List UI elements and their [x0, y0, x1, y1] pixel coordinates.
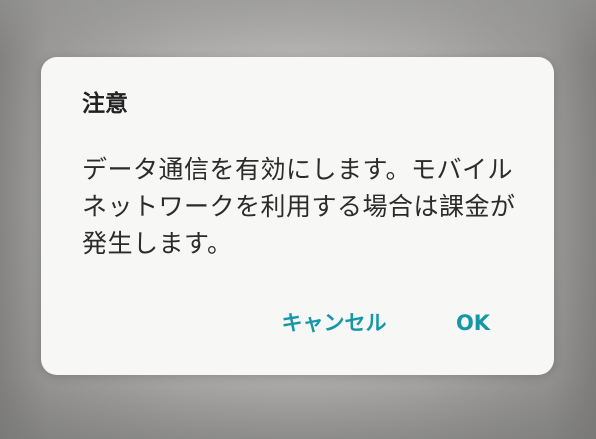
background-scrim-top: [0, 0, 596, 60]
alert-dialog: 注意 データ通信を有効にします。モバイルネットワークを利用する場合は課金が発生し…: [41, 57, 554, 375]
dialog-actions: キャンセル OK: [41, 301, 554, 345]
background-scrim-bottom: [0, 374, 596, 439]
ok-button[interactable]: OK: [443, 301, 503, 345]
dialog-message: データ通信を有効にします。モバイルネットワークを利用する場合は課金が発生します。: [82, 155, 516, 258]
cancel-button[interactable]: キャンセル: [269, 301, 399, 345]
dialog-title: 注意: [82, 91, 128, 117]
